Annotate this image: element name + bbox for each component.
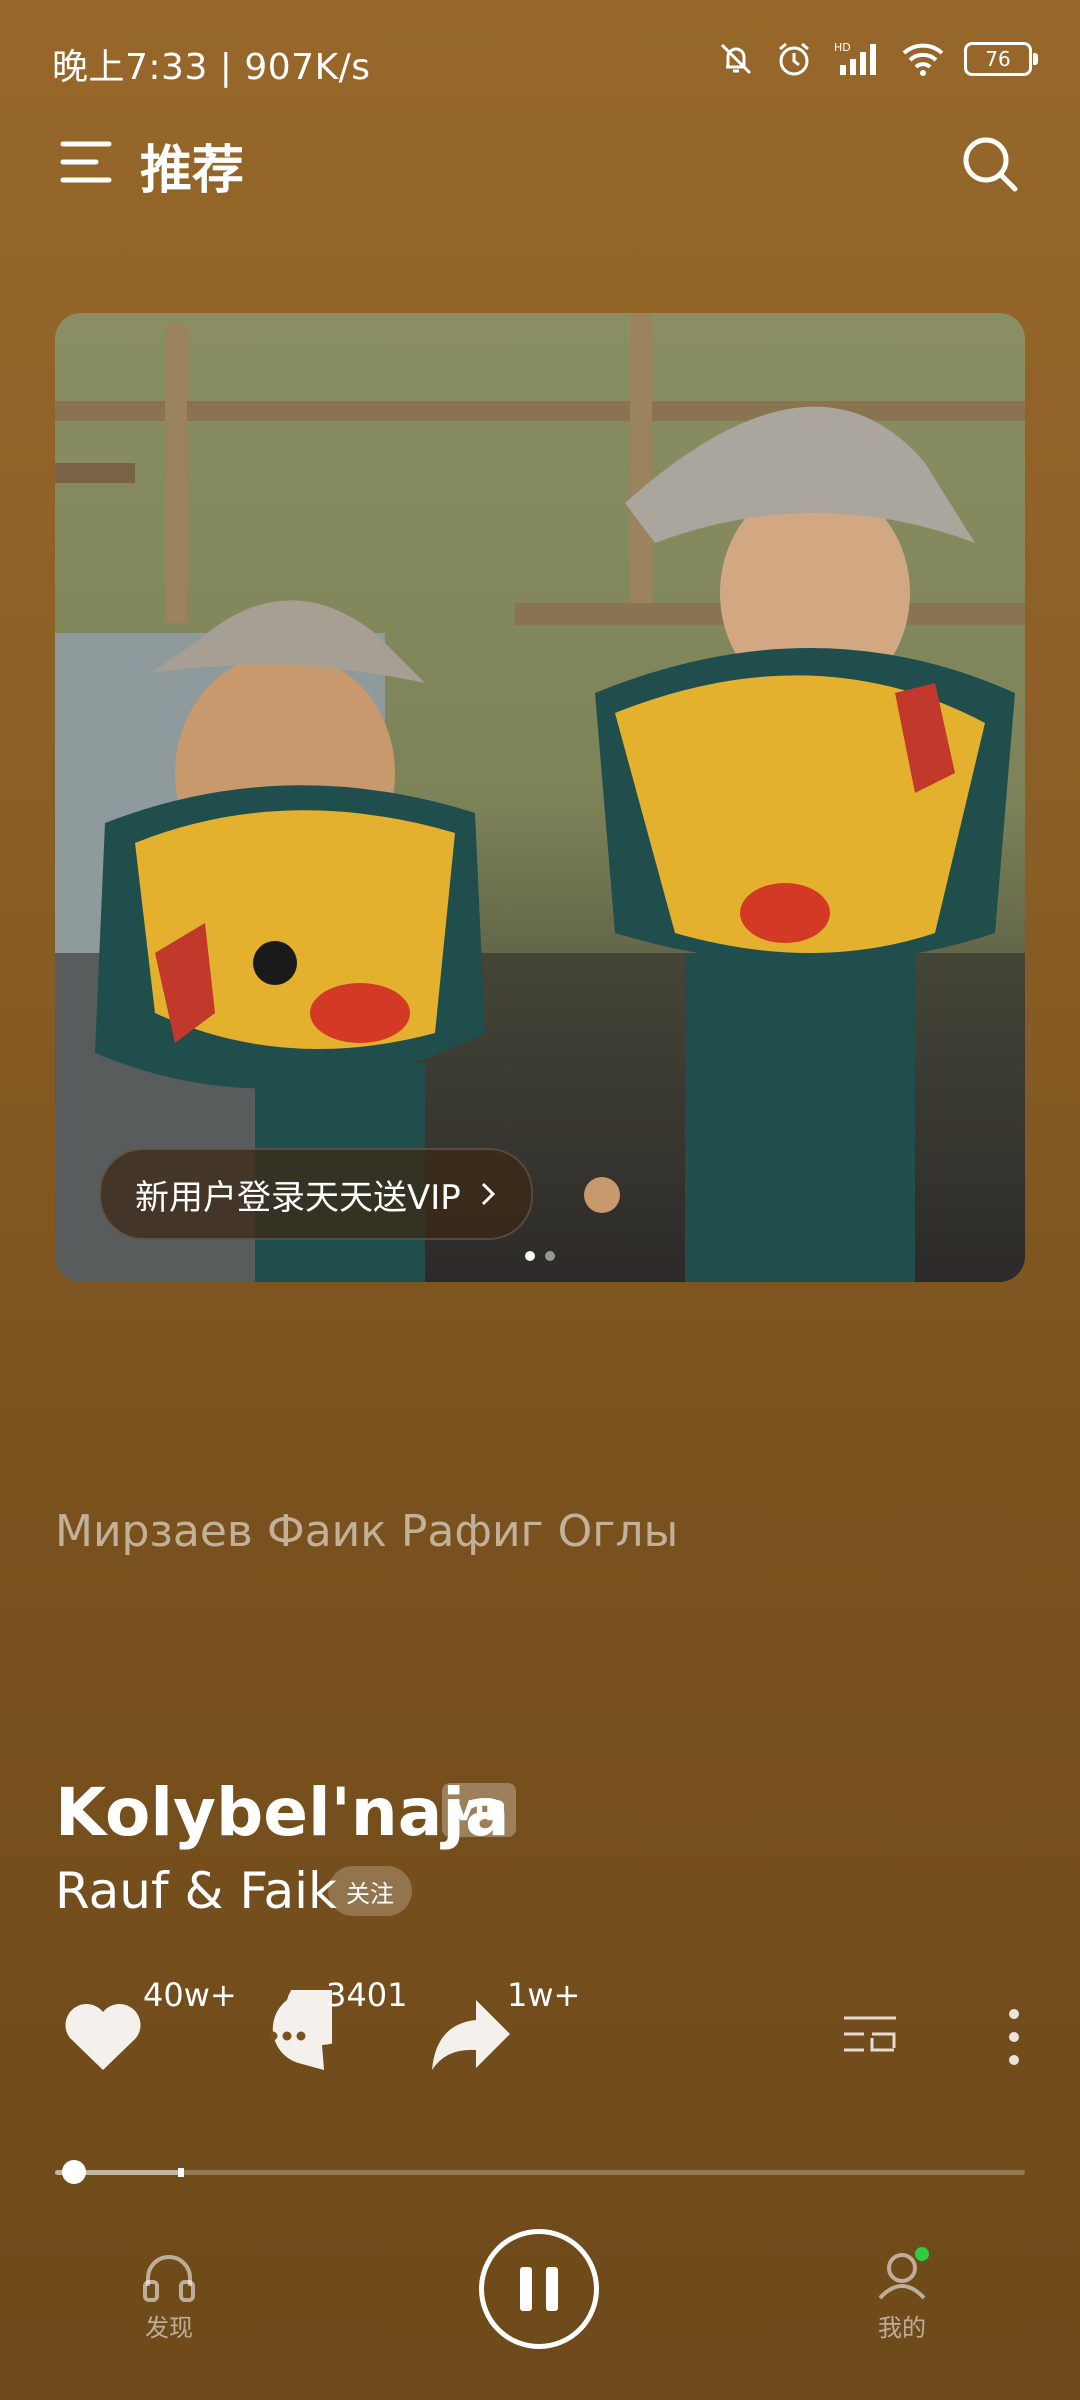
svg-text:HD: HD — [834, 41, 851, 54]
pause-icon-bar-left — [520, 2267, 532, 2311]
comment-button[interactable] — [242, 1973, 358, 2084]
status-time: 晚上7:33 | 907K/s — [52, 47, 371, 88]
share-count: 1w+ — [507, 1976, 581, 2014]
vip-promo-button[interactable]: 新用户登录天天送VIP — [99, 1148, 533, 1240]
search-icon[interactable] — [960, 134, 1020, 194]
page-title: 推荐 — [140, 141, 245, 201]
progress-bar[interactable] — [55, 2170, 1025, 2175]
wifi-icon — [902, 43, 944, 76]
progress-buffer-mark — [178, 2168, 185, 2177]
vip-badge: VIP — [442, 1783, 516, 1837]
menu-icon[interactable] — [60, 136, 112, 188]
album-photo — [55, 313, 1025, 1282]
notification-dot — [915, 2247, 929, 2261]
follow-button[interactable]: 关注 — [328, 1866, 412, 1916]
artist-name[interactable]: Rauf & Faik — [55, 1862, 337, 1920]
share-icon — [432, 2000, 510, 2070]
battery-icon: 76 — [964, 42, 1038, 76]
profile-icon — [878, 2247, 929, 2300]
status-bar: 晚上7:33 | 907K/s HD 76 — [0, 0, 1080, 120]
alarm-icon — [779, 42, 809, 76]
nav-mine-label: 我的 — [878, 2314, 926, 2342]
comment-icon — [268, 1973, 358, 2070]
headphones-icon — [143, 2255, 195, 2302]
album-art-banner[interactable]: 新用户登录天天送VIP — [55, 313, 1025, 1282]
like-count: 40w+ — [143, 1976, 237, 2014]
page-dot-1 — [525, 1251, 535, 1261]
mute-bell-icon — [720, 43, 752, 75]
status-icons: HD 76 — [716, 34, 1038, 84]
pause-button[interactable] — [479, 2229, 599, 2349]
comment-count: 3401 — [326, 1976, 408, 2014]
banner-page-indicator — [525, 1251, 555, 1261]
promo-text: 新用户登录天天送VIP — [135, 1177, 461, 1218]
page-dot-2 — [545, 1251, 555, 1261]
playlist-repeat-icon[interactable] — [840, 2008, 900, 2068]
lyric-line: Мирзаев Фаик Рафиг Оглы — [55, 1506, 679, 1557]
heart-icon — [65, 2003, 141, 2070]
signal-icon: HD — [834, 41, 876, 75]
like-button[interactable] — [58, 1990, 148, 2084]
share-button[interactable] — [424, 1990, 514, 2084]
pause-icon-bar-right — [546, 2267, 558, 2311]
nav-discover-label: 发现 — [145, 2314, 193, 2342]
nav-mine[interactable]: 我的 — [870, 2244, 934, 2343]
more-options-icon[interactable] — [996, 2004, 1032, 2070]
progress-knob[interactable] — [62, 2160, 87, 2184]
chevron-right-icon — [481, 1182, 495, 1206]
nav-discover[interactable]: 发现 — [140, 2250, 198, 2343]
